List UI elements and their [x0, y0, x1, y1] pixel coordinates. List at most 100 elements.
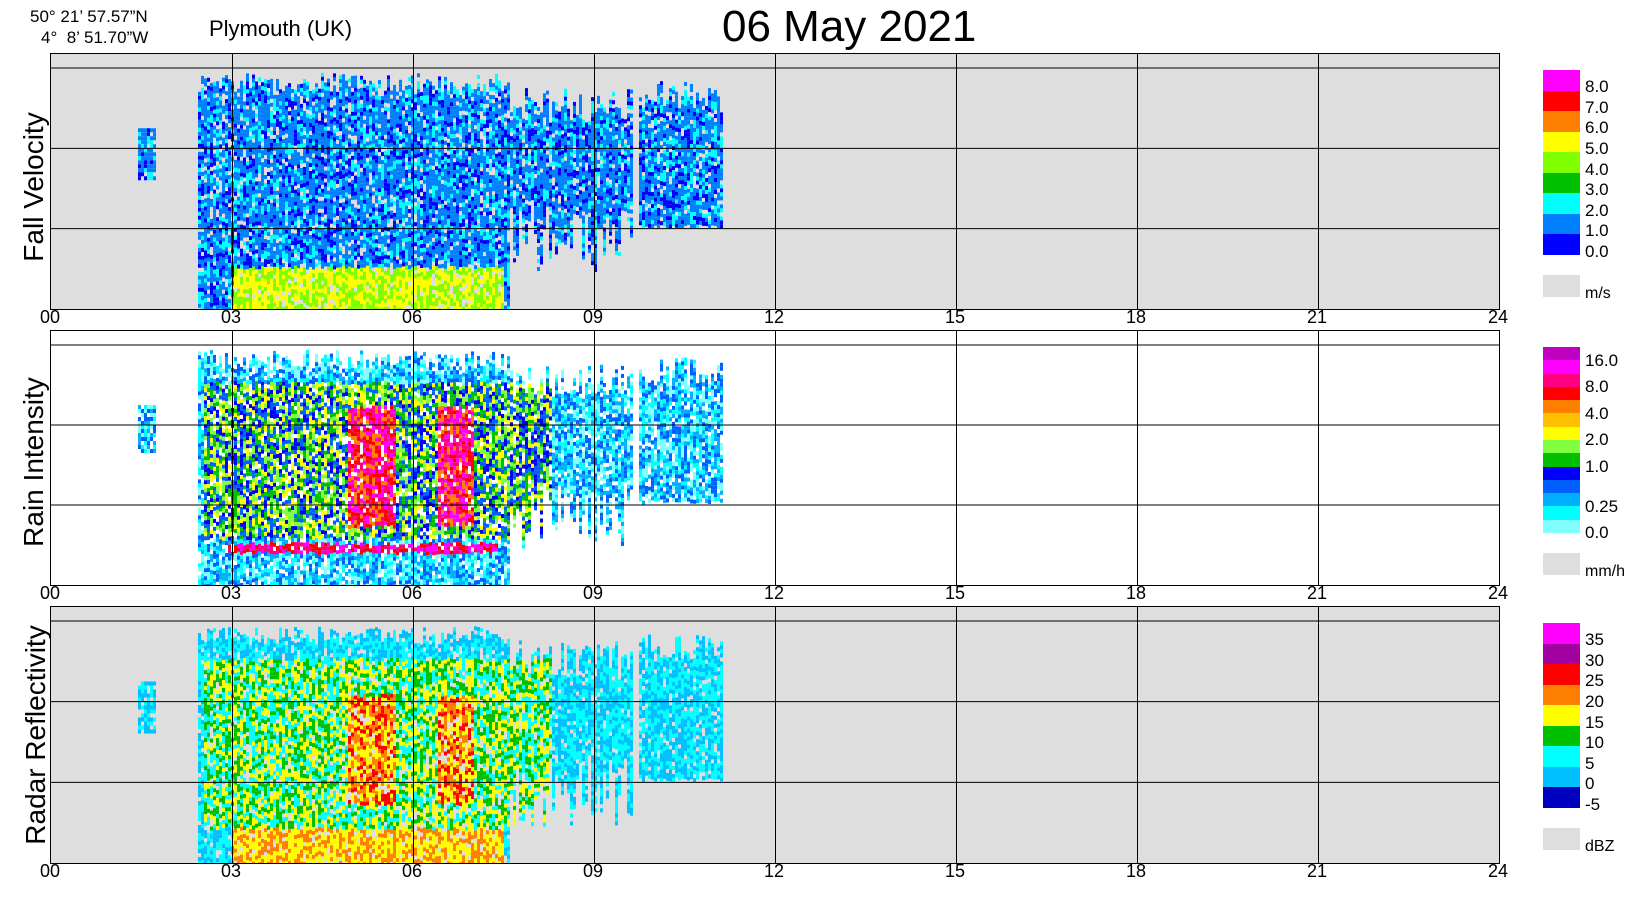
echo-cell	[237, 180, 240, 185]
echo-cell	[234, 215, 237, 220]
echo-cell	[465, 91, 468, 96]
echo-cell	[483, 132, 486, 137]
echo-cell	[360, 239, 363, 244]
echo-cell	[306, 165, 309, 170]
echo-cell	[279, 297, 282, 302]
echo-cell	[471, 200, 474, 205]
echo-cell	[447, 210, 450, 215]
echo-cell	[477, 266, 480, 271]
echo-cell	[459, 291, 462, 296]
echo-cell	[255, 101, 258, 106]
echo-cell	[402, 258, 405, 263]
echo-cell	[375, 179, 378, 184]
echo-cell	[414, 138, 417, 143]
echo-cell	[432, 85, 435, 90]
echo-cell	[420, 216, 423, 221]
echo-cell	[300, 183, 303, 188]
echo-cell	[384, 194, 387, 199]
echo-cell	[351, 195, 354, 200]
echo-cell	[252, 286, 255, 291]
echo-cell	[282, 167, 285, 172]
echo-cell	[423, 283, 426, 288]
echo-cell	[210, 130, 213, 135]
echo-cell	[228, 243, 231, 248]
echo-cell	[387, 151, 390, 156]
echo-cell	[240, 160, 243, 165]
echo-cell	[393, 168, 396, 173]
echo-cell	[489, 138, 492, 143]
echo-cell	[441, 135, 444, 140]
echo-cell	[465, 103, 468, 108]
echo-cell	[330, 179, 333, 184]
echo-cell	[315, 263, 318, 268]
echo-cell	[465, 163, 468, 168]
echo-cell	[393, 128, 396, 133]
echo-cell	[264, 195, 267, 200]
echo-cell	[369, 248, 372, 253]
echo-cell	[435, 178, 438, 183]
echo-cell	[303, 239, 306, 244]
echo-cell	[273, 298, 276, 303]
echo-cell	[270, 162, 273, 167]
echo-cell	[396, 115, 399, 120]
echo-cell	[288, 87, 291, 92]
echo-cell	[429, 237, 432, 242]
echo-cell	[228, 179, 231, 184]
echo-cell	[138, 136, 141, 141]
echo-cell	[378, 144, 381, 149]
echo-cell	[393, 136, 396, 141]
echo-cell	[294, 125, 297, 130]
echo-cell	[381, 164, 384, 169]
echo-cell	[351, 79, 354, 84]
echo-cell	[465, 179, 468, 184]
echo-cell	[264, 95, 267, 100]
echo-cell	[483, 176, 486, 181]
echo-cell	[429, 89, 432, 94]
echo-cell	[330, 263, 333, 268]
echo-cell	[309, 158, 312, 163]
echo-cell	[417, 205, 420, 210]
echo-cell	[477, 278, 480, 283]
echo-cell	[429, 173, 432, 178]
echo-cell	[477, 182, 480, 187]
echo-cell	[201, 295, 204, 300]
echo-cell	[426, 135, 429, 140]
echo-cell	[318, 220, 321, 225]
echo-cell	[384, 94, 387, 99]
echo-cell	[468, 184, 471, 189]
echo-cell	[228, 91, 231, 96]
echo-cell	[336, 295, 339, 300]
echo-cell	[354, 219, 357, 224]
echo-cell	[201, 303, 204, 308]
echo-cell	[315, 227, 318, 232]
echo-cell	[342, 294, 345, 299]
echo-cell	[243, 281, 246, 286]
echo-cell	[396, 167, 399, 172]
echo-cell	[390, 170, 393, 175]
echo-cell	[201, 171, 204, 176]
echo-cell	[486, 243, 489, 248]
echo-cell	[459, 171, 462, 176]
echo-cell	[246, 265, 249, 270]
echo-cell	[312, 273, 315, 278]
echo-cell	[336, 159, 339, 164]
echo-cell	[381, 100, 384, 105]
echo-cell	[453, 134, 456, 139]
echo-cell	[435, 258, 438, 263]
echo-cell	[462, 274, 465, 279]
echo-cell	[324, 98, 327, 103]
echo-cell	[402, 166, 405, 171]
echo-cell	[246, 133, 249, 138]
echo-cell	[285, 105, 288, 110]
echo-cell	[321, 288, 324, 293]
echo-cell	[489, 234, 492, 239]
echo-cell	[261, 202, 264, 207]
echo-cell	[213, 285, 216, 290]
echo-cell	[288, 119, 291, 124]
echo-cell	[393, 276, 396, 281]
echo-cell	[213, 93, 216, 98]
echo-cell	[417, 241, 420, 246]
echo-cell	[282, 211, 285, 216]
echo-cell	[285, 173, 288, 178]
echo-cell	[468, 268, 471, 273]
